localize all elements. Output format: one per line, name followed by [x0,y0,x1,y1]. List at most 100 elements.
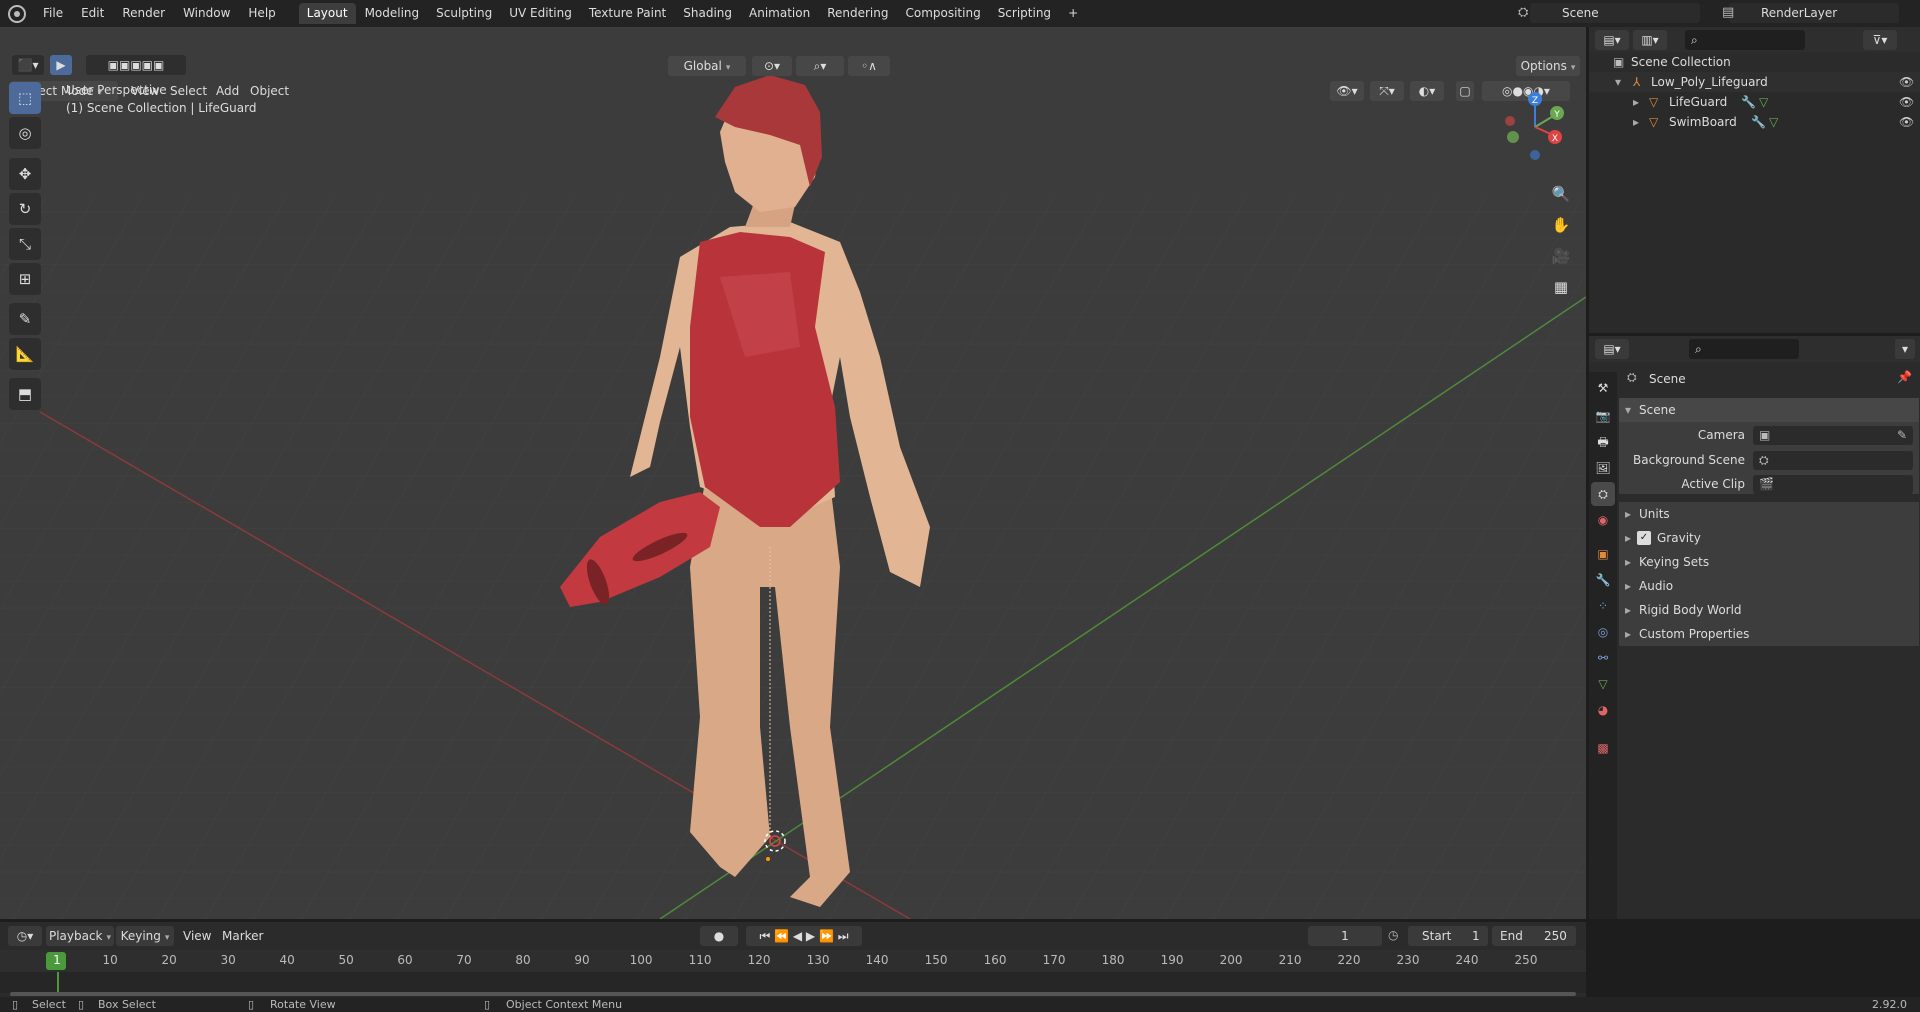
keying-dropdown[interactable]: Keying [116,926,174,946]
expand-arrow-icon[interactable]: ▸ [1633,112,1639,132]
properties-search-input[interactable]: ⌕ [1689,339,1799,359]
material-props-icon[interactable]: ◕ [1591,698,1615,722]
orientation-dropdown[interactable]: Global [668,56,746,76]
view-layer-icon[interactable]: 🖼 [1591,456,1615,480]
navigation-gizmo[interactable]: Z Y X [1495,87,1565,167]
menu-add[interactable]: Add [216,84,239,98]
active-clip-field[interactable]: 🎬 [1753,475,1913,494]
outliner-editor-type[interactable]: ▤▾ [1595,30,1629,50]
render-props-icon[interactable]: 📷 [1591,404,1615,428]
properties-options-button[interactable]: ▾ [1895,339,1915,359]
rotate-tool-icon[interactable]: ↻ [9,193,41,225]
snap-button[interactable]: ⌕▾ [796,56,844,76]
add-workspace-button[interactable]: + [1060,3,1086,24]
menu-window[interactable]: Window [174,0,239,27]
frame-ruler[interactable]: 1 10 20 30 40 50 60 70 80 90 100 110 120 130 140 150 160… [0,950,1586,972]
units-subpanel[interactable]: ▸ Units [1619,502,1919,526]
ortho-grid-icon[interactable]: ▦ [1548,274,1574,300]
eyedropper-icon[interactable]: ✎ [1897,428,1907,442]
tab-animation[interactable]: Animation [741,3,818,24]
expand-arrow-icon[interactable]: ▸ [1633,92,1639,112]
tab-rendering[interactable]: Rendering [819,3,896,24]
move-tool-icon[interactable]: ✥ [9,158,41,190]
menu-render[interactable]: Render [113,0,174,27]
particles-props-icon[interactable]: ⁘ [1591,594,1615,618]
clock-icon[interactable]: ◷ [1388,928,1398,942]
visibility-eye-icon[interactable]: 👁 [1899,72,1914,92]
gravity-checkbox[interactable]: ✓ [1637,531,1651,545]
camera-view-icon[interactable]: 🎥 [1548,243,1574,269]
visibility-dropdown[interactable]: 👁▾ [1330,81,1364,101]
outliner-search-input[interactable]: ⌕ [1685,30,1805,50]
tab-sculpting[interactable]: Sculpting [428,3,500,24]
options-dropdown[interactable]: Options [1516,56,1580,76]
menu-select[interactable]: Select [170,84,207,98]
timeline-editor-type[interactable]: ◷▾ [8,926,42,946]
output-props-icon[interactable]: 🖶 [1591,430,1615,454]
outliner-row-collection[interactable]: ▾ ⅄ Low_Poly_Lifeguard 👁 [1589,72,1920,92]
menu-object[interactable]: Object [250,84,289,98]
tool-settings-icon[interactable]: ⚒ [1591,376,1615,400]
menu-help[interactable]: Help [239,0,284,27]
background-scene-field[interactable]: ⛭ [1753,451,1913,470]
outliner-filter-button[interactable]: ⊽▾ [1863,30,1897,50]
custom-properties-subpanel[interactable]: ▸ Custom Properties [1619,622,1919,646]
outliner-row-lifeguard[interactable]: ▸ ▽ LifeGuard 🔧 ▽ 👁 [1589,92,1920,112]
menu-edit[interactable]: Edit [72,0,113,27]
timeline-menu-marker[interactable]: Marker [222,929,263,943]
tab-layout[interactable]: Layout [298,3,356,24]
xray-toggle[interactable]: ▢ [1456,81,1474,101]
object-props-icon[interactable]: ▣ [1591,542,1615,566]
cursor-tool-icon[interactable]: ◎ [9,117,41,149]
add-cube-tool-icon[interactable]: ⬒ [9,378,41,410]
tab-scripting[interactable]: Scripting [990,3,1059,24]
blender-logo-icon[interactable] [8,4,26,23]
select-box-tool-icon[interactable]: ⬚ [9,82,41,114]
tab-uv-editing[interactable]: UV Editing [501,3,580,24]
selection-modes[interactable]: ▣▣▣▣▣ [86,55,186,75]
tab-shading[interactable]: Shading [675,3,740,24]
tab-compositing[interactable]: Compositing [897,3,988,24]
scene-selector[interactable]: Scene [1530,3,1700,23]
start-frame-field[interactable]: Start 1 [1408,926,1488,946]
timeline-menu-view[interactable]: View [183,929,211,943]
menu-file[interactable]: File [34,0,72,27]
select-tool-button[interactable]: ▶ [50,55,72,75]
pan-hand-icon[interactable]: ✋ [1548,212,1574,238]
visibility-eye-icon[interactable]: 👁 [1899,92,1914,112]
outliner-display-mode[interactable]: ▥▾ [1633,30,1667,50]
proportional-edit-button[interactable]: ◦∧ [848,56,890,76]
scale-tool-icon[interactable]: ⤡ [9,228,41,260]
overlay-toggle[interactable]: ◐▾ [1410,81,1444,101]
pin-icon[interactable]: 📌 [1897,370,1912,384]
record-button[interactable]: ● [700,926,738,946]
texture-props-icon[interactable]: ▩ [1591,736,1615,760]
gravity-subpanel[interactable]: ▸ ✓ Gravity [1619,526,1919,550]
tab-texture-paint[interactable]: Texture Paint [581,3,674,24]
scene-props-icon[interactable]: ⛭ [1591,482,1615,506]
keyframe-area[interactable] [0,972,1586,993]
constraints-props-icon[interactable]: ⚯ [1591,646,1615,670]
tab-modeling[interactable]: Modeling [357,3,428,24]
annotate-tool-icon[interactable]: ✎ [9,303,41,335]
gizmo-toggle[interactable]: ⤧▾ [1370,81,1404,101]
scene-panel-header[interactable]: ▾ Scene [1619,398,1919,422]
transform-tool-icon[interactable]: ⊞ [9,263,41,295]
current-frame-field[interactable]: 1 [1308,926,1382,946]
data-props-icon[interactable]: ▽ [1591,672,1615,696]
3d-viewport[interactable]: ⬛▾ ▶ ▣▣▣▣▣ Object Mode View Select Add O… [0,27,1586,919]
camera-field[interactable]: ▣ ✎ [1753,426,1913,445]
world-props-icon[interactable]: ◉ [1591,508,1615,532]
modifier-props-icon[interactable]: 🔧 [1591,568,1615,592]
playback-dropdown[interactable]: Playback [46,926,114,946]
editor-type-button[interactable]: ⬛▾ [12,55,44,75]
outliner-row-swimboard[interactable]: ▸ ▽ SwimBoard 🔧 ▽ 👁 [1589,112,1920,132]
rigid-body-world-subpanel[interactable]: ▸ Rigid Body World [1619,598,1919,622]
keying-sets-subpanel[interactable]: ▸ Keying Sets [1619,550,1919,574]
timeline-scrollbar[interactable] [10,992,1576,996]
render-layer-selector[interactable]: RenderLayer [1729,3,1899,23]
audio-subpanel[interactable]: ▸ Audio [1619,574,1919,598]
properties-editor-type[interactable]: ▤▾ [1595,339,1629,359]
outliner-row-scene-collection[interactable]: ▣ Scene Collection [1589,52,1920,72]
playback-controls[interactable]: ⏮ ⏪ ◀ ▶ ⏩ ⏭ [746,926,862,946]
